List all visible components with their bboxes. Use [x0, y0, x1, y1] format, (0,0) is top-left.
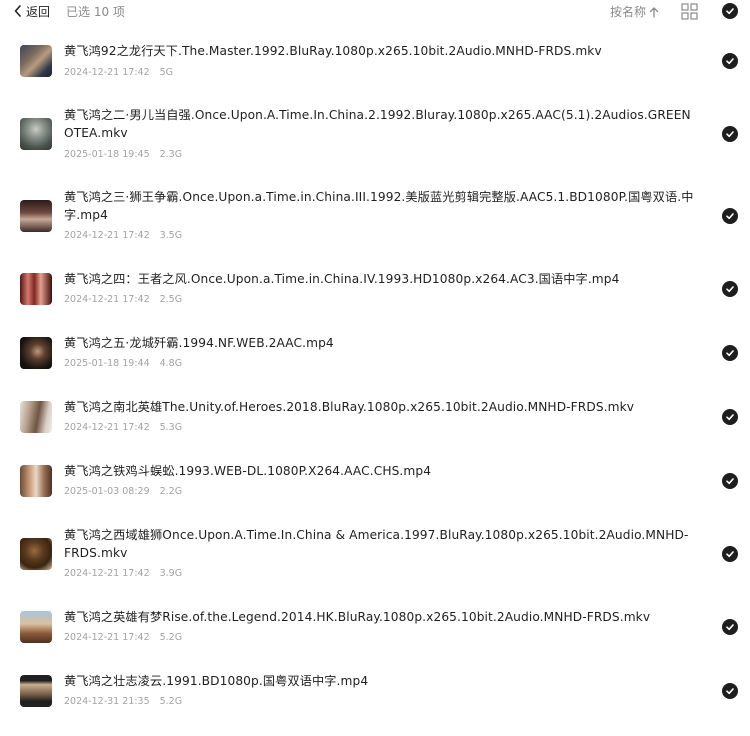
- grid-view-button[interactable]: [681, 3, 698, 24]
- selected-count: 已选 10 项: [66, 5, 125, 19]
- file-name: 黄飞鸿之二·男儿当自强.Once.Upon.A.Time.In.China.2.…: [64, 108, 691, 140]
- check-icon: [726, 350, 734, 357]
- file-size: 3.5G: [159, 230, 183, 241]
- sort-by-name-button[interactable]: 按名称: [610, 3, 659, 20]
- file-name: 黄飞鸿之三·狮王争霸.Once.Upon.a.Time.in.China.III…: [64, 190, 694, 222]
- file-name: 黄飞鸿之壮志凌云.1991.BD1080p.国粤双语中字.mp4: [64, 674, 369, 688]
- file-meta: 2025-01-18 19:45 2.3G: [64, 149, 182, 160]
- file-meta: 2024-12-21 17:42 5.3G: [64, 422, 182, 433]
- row-checkbox[interactable]: [722, 619, 738, 635]
- file-date: 2024-12-21 17:42: [64, 632, 150, 643]
- file-meta: 2024-12-21 17:42 3.5G: [64, 230, 182, 241]
- file-size: 5.3G: [159, 422, 183, 433]
- file-meta: 2024-12-21 17:42 5.2G: [64, 632, 182, 643]
- file-row[interactable]: 黄飞鸿之二·男儿当自强.Once.Upon.A.Time.In.China.2.…: [0, 106, 750, 170]
- file-date: 2024-12-21 17:42: [64, 230, 150, 241]
- file-row[interactable]: 黄飞鸿92之龙行天下.The.Master.1992.BluRay.1080p.…: [0, 42, 750, 106]
- file-name: 黄飞鸿之五·龙城歼霸.1994.NF.WEB.2AAC.mp4: [64, 336, 334, 350]
- file-row[interactable]: 黄飞鸿之五·龙城歼霸.1994.NF.WEB.2AAC.mp4 2025-01-…: [0, 334, 750, 398]
- file-size: 2.5G: [159, 294, 183, 305]
- file-date: 2024-12-21 17:42: [64, 422, 150, 433]
- select-all-checkbox[interactable]: [722, 3, 738, 19]
- file-date: 2024-12-31 21:35: [64, 696, 150, 707]
- file-name: 黄飞鸿之铁鸡斗蜈蚣.1993.WEB-DL.1080P.X264.AAC.CHS…: [64, 464, 432, 478]
- file-date: 2025-01-18 19:44: [64, 358, 150, 369]
- row-checkbox[interactable]: [722, 473, 738, 489]
- row-checkbox[interactable]: [722, 53, 738, 69]
- video-thumbnail: [20, 118, 52, 150]
- file-name: 黄飞鸿92之龙行天下.The.Master.1992.BluRay.1080p.…: [64, 44, 602, 58]
- file-name: 黄飞鸿之四：王者之风.Once.Upon.a.Time.in.China.IV.…: [64, 272, 620, 286]
- check-icon: [726, 624, 734, 631]
- file-name: 黄飞鸿之南北英雄The.Unity.of.Heroes.2018.BluRay.…: [64, 400, 635, 414]
- file-row[interactable]: 黄飞鸿之壮志凌云.1991.BD1080p.国粤双语中字.mp4 2024-12…: [0, 672, 750, 736]
- file-size: 5.2G: [159, 696, 183, 707]
- file-size: 5.2G: [159, 632, 183, 643]
- back-button[interactable]: 返回: [14, 2, 50, 20]
- row-checkbox[interactable]: [722, 208, 738, 224]
- row-checkbox[interactable]: [722, 345, 738, 361]
- video-thumbnail: [20, 45, 52, 77]
- file-date: 2024-12-21 17:42: [64, 67, 150, 78]
- file-row[interactable]: 黄飞鸿之西域雄狮Once.Upon.A.Time.In.China & Amer…: [0, 526, 750, 590]
- file-date: 2025-01-03 08:29: [64, 486, 150, 497]
- row-checkbox[interactable]: [722, 281, 738, 297]
- back-label: 返回: [26, 4, 51, 19]
- grid-view-icon: [681, 3, 698, 20]
- chevron-left-icon: [14, 5, 21, 17]
- file-meta: 2025-01-03 08:29 2.2G: [64, 486, 182, 497]
- file-name: 黄飞鸿之西域雄狮Once.Upon.A.Time.In.China & Amer…: [64, 528, 689, 560]
- check-icon: [726, 286, 734, 293]
- video-thumbnail: [20, 337, 52, 369]
- check-icon: [726, 688, 734, 695]
- file-date: 2024-12-21 17:42: [64, 294, 150, 305]
- file-row[interactable]: 黄飞鸿之南北英雄The.Unity.of.Heroes.2018.BluRay.…: [0, 398, 750, 462]
- file-meta: 2024-12-21 17:42 2.5G: [64, 294, 182, 305]
- file-meta: 2024-12-31 21:35 5.2G: [64, 696, 182, 707]
- row-checkbox[interactable]: [722, 409, 738, 425]
- check-icon: [726, 131, 734, 138]
- file-row[interactable]: 黄飞鸿之四：王者之风.Once.Upon.a.Time.in.China.IV.…: [0, 270, 750, 334]
- sort-label: 按名称: [610, 5, 647, 19]
- check-icon: [726, 414, 734, 421]
- file-size: 2.3G: [159, 149, 183, 160]
- file-row[interactable]: 黄飞鸿之铁鸡斗蜈蚣.1993.WEB-DL.1080P.X264.AAC.CHS…: [0, 462, 750, 526]
- file-size: 3.9G: [159, 568, 183, 579]
- row-checkbox[interactable]: [722, 683, 738, 699]
- video-thumbnail: [20, 200, 52, 232]
- file-meta: 2024-12-21 17:42 5G: [64, 67, 173, 78]
- check-icon: [726, 58, 734, 65]
- check-icon: [726, 213, 734, 220]
- video-thumbnail: [20, 675, 52, 707]
- check-icon: [726, 551, 734, 558]
- file-size: 2.2G: [159, 486, 183, 497]
- arrow-up-icon: [649, 6, 659, 18]
- video-thumbnail: [20, 465, 52, 497]
- file-meta: 2025-01-18 19:44 4.8G: [64, 358, 182, 369]
- file-date: 2024-12-21 17:42: [64, 568, 150, 579]
- file-date: 2025-01-18 19:45: [64, 149, 150, 160]
- file-size: 5G: [159, 67, 174, 78]
- video-thumbnail: [20, 538, 52, 570]
- file-row[interactable]: 黄飞鸿之英雄有梦Rise.of.the.Legend.2014.HK.BluRa…: [0, 608, 750, 672]
- row-checkbox[interactable]: [722, 546, 738, 562]
- video-thumbnail: [20, 401, 52, 433]
- file-size: 4.8G: [159, 358, 183, 369]
- top-toolbar: 返回 已选 10 项 按名称: [0, 0, 750, 24]
- file-row[interactable]: 黄飞鸿之三·狮王争霸.Once.Upon.a.Time.in.China.III…: [0, 188, 750, 252]
- video-thumbnail: [20, 611, 52, 643]
- file-meta: 2024-12-21 17:42 3.9G: [64, 568, 182, 579]
- check-icon: [726, 8, 734, 15]
- row-checkbox[interactable]: [722, 126, 738, 142]
- check-icon: [726, 478, 734, 485]
- file-name: 黄飞鸿之英雄有梦Rise.of.the.Legend.2014.HK.BluRa…: [64, 610, 651, 624]
- video-thumbnail: [20, 273, 52, 305]
